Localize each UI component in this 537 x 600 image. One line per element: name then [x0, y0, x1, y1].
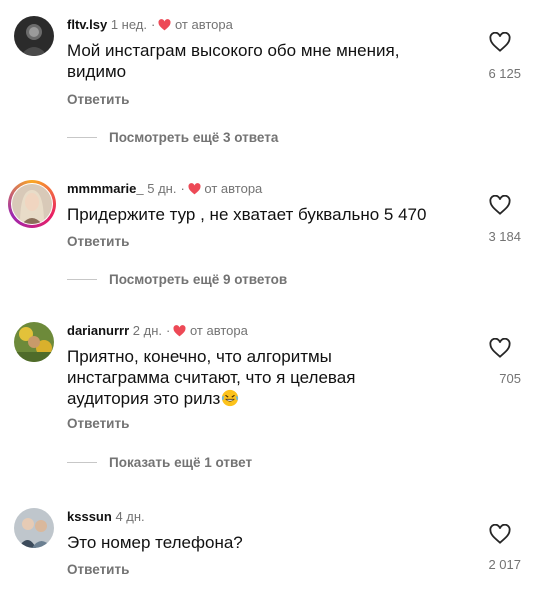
comment-text: Это номер телефона? — [67, 533, 243, 552]
reply-button[interactable]: Ответить — [67, 416, 129, 431]
view-replies-button[interactable]: Посмотреть ещё 9 ответов — [67, 272, 287, 287]
divider-line — [67, 462, 97, 463]
like-count: 2 017 — [488, 557, 521, 572]
reply-button[interactable]: Ответить — [67, 234, 129, 249]
view-replies-label: Показать ещё 1 ответ — [109, 455, 253, 470]
avatar[interactable] — [14, 508, 54, 548]
comment-text: Мой инстаграм высокого обо мне мнения, в… — [67, 41, 400, 81]
reply-button[interactable]: Ответить — [67, 92, 129, 107]
comment-meta: fltv.lsy 1 нед. · от автора — [67, 17, 233, 35]
heart-filled-icon — [158, 19, 171, 35]
heart-filled-icon — [188, 183, 201, 199]
comment-text-body: Приятно, конечно, что алгоритмы инстагра… — [67, 347, 356, 408]
avatar[interactable] — [14, 322, 54, 362]
comment-meta: ksssun 4 дн. — [67, 509, 145, 525]
timestamp: 1 нед. — [110, 17, 148, 32]
divider-line — [67, 279, 97, 280]
liked-by-author: от автора — [204, 181, 263, 196]
heart-filled-icon — [173, 325, 186, 341]
comment-text: Приятно, конечно, что алгоритмы инстагра… — [67, 346, 397, 409]
avatar — [12, 184, 52, 224]
comment-text: Придержите тур , не хватает буквально 5 … — [67, 205, 427, 224]
heart-outline-icon[interactable] — [489, 31, 511, 52]
heart-outline-icon[interactable] — [489, 194, 511, 215]
liked-by-author: от автора — [174, 17, 233, 32]
username[interactable]: fltv.lsy — [67, 17, 107, 32]
like-count: 705 — [499, 371, 521, 386]
view-replies-button[interactable]: Показать ещё 1 ответ — [67, 455, 252, 470]
divider-line — [67, 137, 97, 138]
username[interactable]: darianurrr — [67, 323, 129, 338]
story-ring[interactable] — [8, 180, 56, 228]
timestamp: 2 дн. — [132, 323, 162, 338]
username[interactable]: mmmmarie_ — [67, 181, 144, 196]
timestamp: 4 дн. — [115, 509, 145, 524]
reply-button[interactable]: Ответить — [67, 562, 129, 577]
avatar[interactable] — [14, 16, 54, 56]
separator-dot: · — [180, 181, 185, 196]
rofl-emoji-icon — [221, 389, 239, 407]
username[interactable]: ksssun — [67, 509, 112, 524]
liked-by-author: от автора — [189, 323, 248, 338]
view-replies-label: Посмотреть ещё 9 ответов — [109, 272, 288, 287]
like-count: 3 184 — [488, 229, 521, 244]
timestamp: 5 дн. — [147, 181, 177, 196]
like-count: 6 125 — [488, 66, 521, 81]
comment-meta: darianurrr 2 дн. · от автора — [67, 323, 248, 341]
heart-outline-icon[interactable] — [489, 337, 511, 358]
heart-outline-icon[interactable] — [489, 523, 511, 544]
separator-dot: · — [151, 17, 156, 32]
view-replies-label: Посмотреть ещё 3 ответа — [109, 130, 279, 145]
separator-dot: · — [165, 323, 171, 338]
comment-meta: mmmmarie_ 5 дн. · от автора — [67, 181, 262, 199]
view-replies-button[interactable]: Посмотреть ещё 3 ответа — [67, 130, 278, 145]
